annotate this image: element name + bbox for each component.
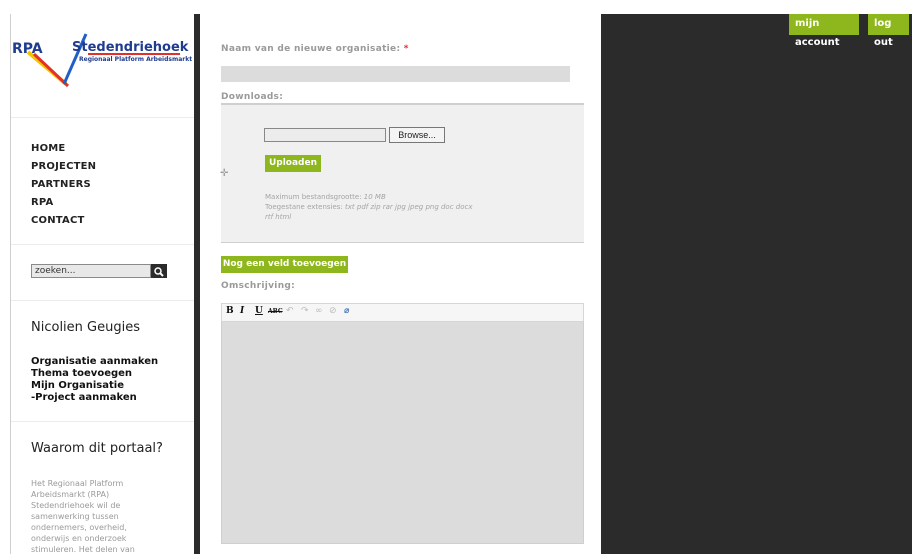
undo-icon[interactable]: ↶ <box>286 306 294 316</box>
my-account-button[interactable]: mijn account <box>789 14 859 48</box>
link-organisatie-aanmaken[interactable]: Organisatie aanmaken <box>31 356 158 368</box>
divider <box>11 421 194 422</box>
logo-rpa: RPA <box>12 41 43 57</box>
link-thema-toevoegen[interactable]: Thema toevoegen <box>31 368 158 380</box>
file-path-input[interactable] <box>264 128 386 142</box>
nav-item-rpa[interactable]: RPA <box>31 194 96 212</box>
user-name: Nicolien Geugies <box>31 320 140 335</box>
nav-item-partners[interactable]: PARTNERS <box>31 176 96 194</box>
search-input[interactable]: zoeken... <box>31 264 151 278</box>
nav-item-contact[interactable]: CONTACT <box>31 212 96 230</box>
upload-info: Maximum bestandsgrootte: 10 MB Toegestan… <box>265 192 475 222</box>
search-button[interactable] <box>151 264 167 278</box>
clean-format-icon[interactable]: ⌀ <box>344 306 349 316</box>
top-gap <box>0 0 912 14</box>
content-border <box>194 14 200 554</box>
required-mark: * <box>403 44 409 54</box>
right-panel <box>601 14 912 554</box>
max-size-value: 10 MB <box>363 193 386 201</box>
description-editor[interactable] <box>221 322 584 544</box>
upload-button[interactable]: Uploaden <box>265 155 321 172</box>
extensions-line: Toegestane extensies: txt pdf zip rar jp… <box>265 202 475 222</box>
divider <box>11 300 194 301</box>
nav-item-home[interactable]: HOME <box>31 140 96 158</box>
sidebar <box>11 14 194 554</box>
drag-handle-icon[interactable]: ✛ <box>220 168 228 179</box>
redo-icon[interactable]: ↷ <box>301 306 309 316</box>
strikethrough-button[interactable]: ABC <box>268 308 283 315</box>
unlink-icon[interactable]: ⊘ <box>329 306 337 316</box>
user-links: Organisatie aanmaken Thema toevoegen Mij… <box>31 356 158 404</box>
name-label-text: Naam van de nieuwe organisatie: <box>221 44 401 54</box>
extensions-label: Toegestane extensies: <box>265 203 343 211</box>
bold-button[interactable]: B <box>226 306 234 316</box>
downloads-divider <box>221 242 584 243</box>
browse-button[interactable]: Browse... <box>389 127 445 143</box>
divider <box>11 117 194 118</box>
main-nav: HOME PROJECTEN PARTNERS RPA CONTACT <box>31 140 96 230</box>
logo-name: Stedendriehoek <box>72 40 189 55</box>
max-size-label: Maximum bestandsgrootte: <box>265 193 362 201</box>
about-text: Het Regionaal Platform Arbeidsmarkt (RPA… <box>31 479 135 554</box>
italic-button[interactable]: I <box>240 306 244 316</box>
downloads-label: Downloads: <box>221 92 284 102</box>
organisation-name-input[interactable] <box>221 66 570 82</box>
add-field-button[interactable]: Nog een veld toevoegen <box>221 256 348 273</box>
divider <box>11 244 194 245</box>
nav-item-projecten[interactable]: PROJECTEN <box>31 158 96 176</box>
link-mijn-organisatie[interactable]: Mijn Organisatie <box>31 380 158 392</box>
max-size-line: Maximum bestandsgrootte: 10 MB <box>265 192 475 202</box>
logout-button[interactable]: log out <box>868 14 909 48</box>
logo-subtitle: Regionaal Platform Arbeidsmarkt <box>79 56 193 63</box>
about-title: Waarom dit portaal? <box>31 441 163 456</box>
underline-button[interactable]: U <box>255 306 263 316</box>
link-icon[interactable]: ∞ <box>315 306 323 316</box>
editor-toolbar: B I U ABC ↶ ↷ ∞ ⊘ ⌀ <box>221 303 584 322</box>
name-label: Naam van de nieuwe organisatie: * <box>221 44 409 54</box>
page: RPA Stedendriehoek Regionaal Platform Ar… <box>0 0 912 554</box>
description-label: Omschrijving: <box>221 281 296 291</box>
search-icon <box>154 267 164 277</box>
link-project-aanmaken[interactable]: -Project aanmaken <box>31 392 158 404</box>
